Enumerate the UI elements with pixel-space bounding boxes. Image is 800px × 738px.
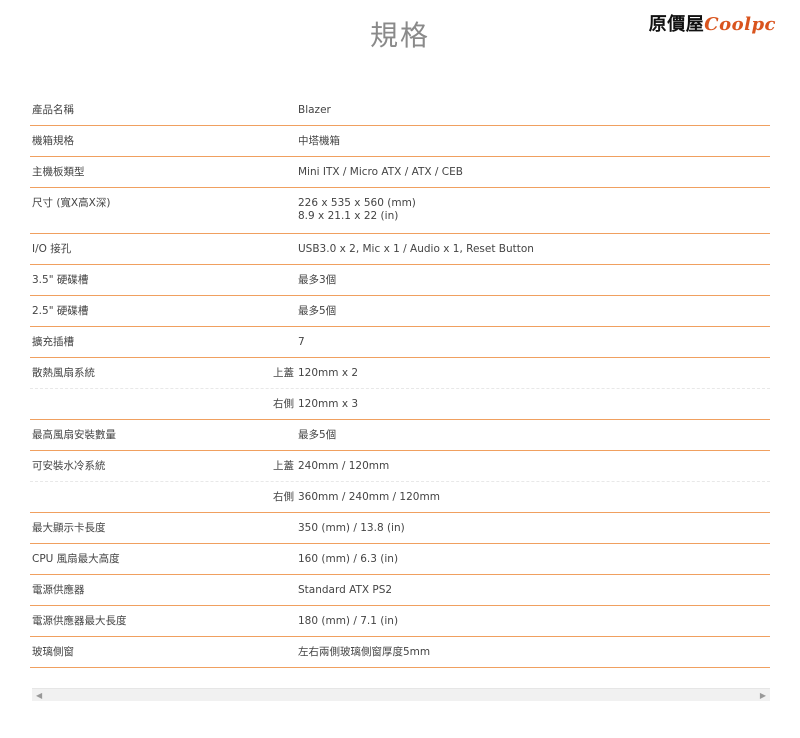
spec-value: 7 xyxy=(298,336,770,357)
spec-row: 右側 120mm x 3 xyxy=(30,389,770,420)
spec-value: Mini ITX / Micro ATX / ATX / CEB xyxy=(298,166,770,187)
spec-label: 可安裝水冷系統 xyxy=(32,460,106,472)
spec-sublabel xyxy=(210,646,298,667)
spec-sublabel: 上蓋 xyxy=(273,367,294,379)
spec-sublabel xyxy=(210,305,298,326)
spec-label: 尺寸 (寬X高X深) xyxy=(32,197,111,209)
spec-value-line: 最多5個 xyxy=(298,305,337,317)
spec-label: 產品名稱 xyxy=(32,104,74,116)
spec-sublabel: 右側 xyxy=(273,398,294,410)
spec-row: 玻璃側窗 左右兩側玻璃側窗厚度5mm xyxy=(30,637,770,668)
spec-value: 350 (mm) / 13.8 (in) xyxy=(298,522,770,543)
spec-value-line: 180 (mm) / 7.1 (in) xyxy=(298,615,399,627)
spec-value: 240mm / 120mm xyxy=(298,460,770,481)
spec-row: CPU 風扇最大高度 160 (mm) / 6.3 (in) xyxy=(30,544,770,575)
spec-value: Standard ATX PS2 xyxy=(298,584,770,605)
spec-label xyxy=(30,491,210,512)
spec-sublabel xyxy=(210,197,298,233)
spec-sublabel xyxy=(210,553,298,574)
spec-row: 右側 360mm / 240mm / 120mm xyxy=(30,482,770,513)
spec-table: 產品名稱 Blazer 機箱規格 中塔機箱主機板類型 Mini ITX / Micro … xyxy=(30,95,770,668)
spec-value: 160 (mm) / 6.3 (in) xyxy=(298,553,770,574)
spec-label: 玻璃側窗 xyxy=(32,646,74,658)
spec-value-line: 左右兩側玻璃側窗厚度5mm xyxy=(298,646,431,658)
spec-value: 最多5個 xyxy=(298,429,770,450)
spec-row: 主機板類型 Mini ITX / Micro ATX / ATX / CEB xyxy=(30,157,770,188)
spec-row: 可安裝水冷系統 上蓋 240mm / 120mm xyxy=(30,451,770,482)
spec-value-line: 226 x 535 x 560 (mm) xyxy=(298,197,416,209)
spec-label: 散熱風扇系統 xyxy=(32,367,95,379)
spec-sublabel xyxy=(210,243,298,264)
spec-label: 3.5" 硬碟槽 xyxy=(32,274,89,286)
spec-sublabel xyxy=(210,135,298,156)
spec-sublabel: 右側 xyxy=(273,491,294,503)
spec-label: 最大顯示卡長度 xyxy=(32,522,106,534)
spec-row: 3.5" 硬碟槽 最多3個 xyxy=(30,265,770,296)
spec-row: 2.5" 硬碟槽 最多5個 xyxy=(30,296,770,327)
spec-label: 2.5" 硬碟槽 xyxy=(32,305,89,317)
spec-row: 散熱風扇系統 上蓋 120mm x 2 xyxy=(30,358,770,389)
brand-logo[interactable]: 原價屋 Coolpc xyxy=(649,10,776,36)
spec-value: USB3.0 x 2, Mic x 1 / Audio x 1, Reset B… xyxy=(298,243,770,264)
spec-label xyxy=(30,398,210,419)
spec-label: 最高風扇安裝數量 xyxy=(32,429,116,441)
spec-value: 120mm x 2 xyxy=(298,367,770,388)
spec-sublabel: 上蓋 xyxy=(273,460,294,472)
spec-sublabel xyxy=(210,429,298,450)
spec-row: 電源供應器 Standard ATX PS2 xyxy=(30,575,770,606)
spec-sublabel xyxy=(210,522,298,543)
spec-sublabel xyxy=(210,615,298,636)
spec-row: 產品名稱 Blazer xyxy=(30,95,770,126)
spec-row: 最高風扇安裝數量 最多5個 xyxy=(30,420,770,451)
spec-value: 180 (mm) / 7.1 (in) xyxy=(298,615,770,636)
spec-label: 擴充插槽 xyxy=(32,336,74,348)
spec-label: CPU 風扇最大高度 xyxy=(32,553,120,565)
brand-accent: Coolpc xyxy=(704,14,776,35)
spec-value: 120mm x 3 xyxy=(298,398,770,419)
spec-value-line: USB3.0 x 2, Mic x 1 / Audio x 1, Reset B… xyxy=(298,243,534,255)
spec-row: 最大顯示卡長度 350 (mm) / 13.8 (in) xyxy=(30,513,770,544)
spec-value: 左右兩側玻璃側窗厚度5mm xyxy=(298,646,770,667)
spec-label: 主機板類型 xyxy=(32,166,85,178)
spec-value-line: 240mm / 120mm xyxy=(298,460,390,472)
spec-row: 電源供應器最大長度 180 (mm) / 7.1 (in) xyxy=(30,606,770,637)
spec-value-line-2: 8.9 x 21.1 x 22 (in) xyxy=(298,210,399,222)
spec-value-line: 7 xyxy=(298,336,305,348)
spec-row: 擴充插槽 7 xyxy=(30,327,770,358)
spec-row: I/O 接孔 USB3.0 x 2, Mic x 1 / Audio x 1, R… xyxy=(30,234,770,265)
spec-sublabel xyxy=(210,274,298,295)
spec-label: 電源供應器最大長度 xyxy=(32,615,127,627)
spec-sublabel xyxy=(210,336,298,357)
spec-value-line: Mini ITX / Micro ATX / ATX / CEB xyxy=(298,166,463,178)
brand-name: 原價屋 xyxy=(648,14,705,35)
spec-sublabel xyxy=(210,584,298,605)
spec-value-line: Standard ATX PS2 xyxy=(298,584,393,596)
spec-value-line: 最多5個 xyxy=(298,429,337,441)
spec-value: 226 x 535 x 560 (mm) 8.9 x 21.1 x 22 (in) xyxy=(298,197,770,233)
spec-value-line: Blazer xyxy=(298,104,331,116)
spec-label: I/O 接孔 xyxy=(32,243,72,255)
scroll-left-icon[interactable]: ◀ xyxy=(36,689,42,702)
horizontal-scrollbar[interactable]: ◀ ▶ xyxy=(32,688,770,701)
spec-value-line: 160 (mm) / 6.3 (in) xyxy=(298,553,399,565)
spec-value: 最多5個 xyxy=(298,305,770,326)
spec-value: 中塔機箱 xyxy=(298,135,770,156)
spec-value-line: 最多3個 xyxy=(298,274,337,286)
spec-value-line: 350 (mm) / 13.8 (in) xyxy=(298,522,405,534)
spec-label: 機箱規格 xyxy=(32,135,74,147)
spec-value-line: 120mm x 3 xyxy=(298,398,359,410)
spec-row: 機箱規格 中塔機箱 xyxy=(30,126,770,157)
spec-sublabel xyxy=(210,104,298,125)
spec-value-line: 360mm / 240mm / 120mm xyxy=(298,491,440,503)
scroll-right-icon[interactable]: ▶ xyxy=(760,689,766,702)
spec-value-line: 中塔機箱 xyxy=(298,135,340,147)
spec-value-line: 120mm x 2 xyxy=(298,367,359,379)
spec-value: 360mm / 240mm / 120mm xyxy=(298,491,770,512)
spec-label: 電源供應器 xyxy=(32,584,85,596)
spec-sublabel xyxy=(210,166,298,187)
spec-value: Blazer xyxy=(298,104,770,125)
spec-row: 尺寸 (寬X高X深) 226 x 535 x 560 (mm) 8.9 x 21.1… xyxy=(30,188,770,234)
spec-value: 最多3個 xyxy=(298,274,770,295)
